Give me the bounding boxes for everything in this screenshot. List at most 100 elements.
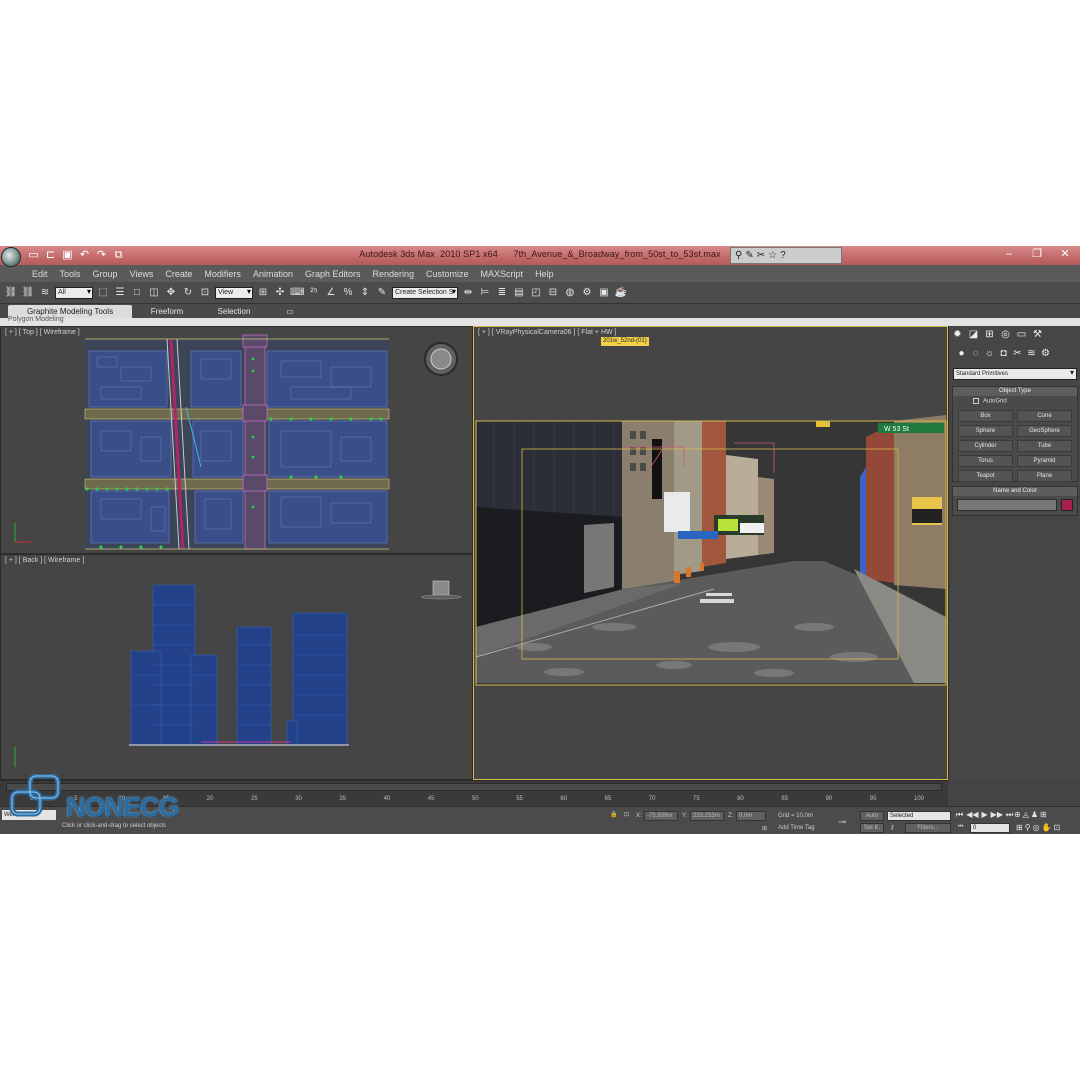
go-to-end-icon[interactable]: ⏭ (1006, 810, 1013, 820)
plane-button[interactable]: Plane (1017, 470, 1072, 482)
object-name-input[interactable] (957, 499, 1057, 511)
pivot-center-icon[interactable]: ⊞ (256, 286, 270, 300)
layer-manager-icon[interactable]: ≣ (495, 286, 509, 300)
minimize-icon[interactable]: – (998, 246, 1020, 262)
mirror-icon[interactable]: ⇹ (461, 286, 475, 300)
select-scale-icon[interactable]: ⊡ (198, 286, 212, 300)
absolute-mode-icon[interactable]: ⊡ (624, 811, 629, 818)
motion-tab-icon[interactable]: ◎ (999, 328, 1012, 341)
select-move-icon[interactable]: ✥ (164, 286, 178, 300)
tab-freeform[interactable]: Freeform (140, 305, 194, 318)
viewport-camera[interactable]: [ + ] [ VRayPhysicalCamera06 ] [ Flat + … (473, 326, 948, 780)
reference-coordinate-dropdown[interactable]: View (215, 286, 253, 299)
select-by-name-icon[interactable]: ☰ (113, 286, 127, 300)
shapes-icon[interactable]: ◌ (969, 347, 982, 360)
snaps-toggle-icon[interactable]: ²⁵ (307, 286, 321, 300)
menu-maxscript[interactable]: MAXScript (481, 269, 524, 279)
add-time-tag[interactable]: Add Time Tag (778, 825, 815, 831)
search-binoculars-icon[interactable]: ⚲ (735, 250, 742, 261)
systems-icon[interactable]: ⚙ (1039, 347, 1052, 360)
key-filter-dropdown[interactable]: Selected (887, 811, 951, 821)
field-of-view-icon[interactable]: ◬ (1023, 810, 1029, 819)
torus-button[interactable]: Torus (958, 455, 1013, 467)
key-icon[interactable]: ✎ (745, 250, 753, 261)
autogrid-checkbox[interactable]: AutoGrid (953, 396, 1077, 408)
schematic-view-icon[interactable]: ⊟ (546, 286, 560, 300)
select-rotate-icon[interactable]: ↻ (181, 286, 195, 300)
graphite-toggle-icon[interactable]: ▤ (512, 286, 526, 300)
display-tab-icon[interactable]: ▭ (1015, 328, 1028, 341)
viewport-top[interactable]: [ + ] [ Top ] [ Wireframe ] (0, 326, 473, 554)
y-coord-field[interactable]: 233,253m (690, 811, 724, 821)
teapot-button[interactable]: Teapot (958, 470, 1013, 482)
modify-tab-icon[interactable]: ◪ (967, 328, 980, 341)
cone-button[interactable]: Cone (1017, 410, 1072, 422)
go-to-start-icon[interactable]: ⏮ (956, 810, 963, 820)
time-tag-icon[interactable]: ⊞ (762, 825, 767, 832)
auto-key-button[interactable]: Auto (860, 811, 884, 821)
menu-rendering[interactable]: Rendering (373, 269, 415, 279)
set-key-button[interactable]: Set K. (860, 823, 884, 833)
key-filters-button[interactable]: Filters... (905, 823, 951, 833)
zoom-icon[interactable]: ⚲ (1025, 823, 1031, 832)
geosphere-button[interactable]: GeoSphere (1017, 425, 1072, 437)
orbit-icon[interactable]: ◎ (1033, 823, 1040, 832)
primitive-category-dropdown[interactable]: Standard Primitives (953, 368, 1077, 380)
tools-icon[interactable]: ✂ (757, 250, 765, 261)
helpers-icon[interactable]: ✂ (1011, 347, 1024, 360)
close-icon[interactable]: ✕ (1054, 246, 1076, 262)
menu-create[interactable]: Create (165, 269, 192, 279)
menu-views[interactable]: Views (130, 269, 154, 279)
object-type-title[interactable]: Object Type (953, 387, 1077, 396)
pan-icon[interactable]: ✋ (1042, 823, 1052, 832)
menu-animation[interactable]: Animation (253, 269, 293, 279)
angle-snap-icon[interactable]: ∠ (324, 286, 338, 300)
rectangular-selection-icon[interactable]: □ (130, 286, 144, 300)
pyramid-button[interactable]: Pyramid (1017, 455, 1072, 467)
z-coord-field[interactable]: 0,0m (736, 811, 766, 821)
menu-customize[interactable]: Customize (426, 269, 469, 279)
set-key-icon[interactable]: ⚷ (890, 824, 894, 831)
render-setup-icon[interactable]: ⚙ (580, 286, 594, 300)
select-manipulate-icon[interactable]: ✣ (273, 286, 287, 300)
walkthrough-icon[interactable]: ♟ (1031, 810, 1038, 819)
window-crossing-icon[interactable]: ◫ (147, 286, 161, 300)
box-button[interactable]: Box (958, 410, 1013, 422)
edit-named-selection-icon[interactable]: ✎ (375, 286, 389, 300)
lock-icon[interactable]: 🔒 (610, 811, 617, 818)
percent-snap-icon[interactable]: % (341, 286, 355, 300)
spinner-snap-icon[interactable]: ⇕ (358, 286, 372, 300)
render-production-icon[interactable]: ☕ (614, 286, 628, 300)
zoom-all-icon[interactable]: ⊕ (1014, 810, 1021, 819)
x-coord-field[interactable]: -75,939m (644, 811, 678, 821)
cylinder-button[interactable]: Cylinder (958, 440, 1013, 452)
key-mode-icon[interactable]: ⊸ (838, 817, 846, 828)
ribbon-minimize-icon[interactable]: ▭ (283, 305, 297, 318)
hierarchy-tab-icon[interactable]: ⊞ (983, 328, 996, 341)
zoom-extents-icon[interactable]: ⊞ (1040, 810, 1047, 819)
help-icon[interactable]: ? (780, 250, 786, 261)
select-object-icon[interactable]: ⬚ (96, 286, 110, 300)
application-button[interactable] (1, 247, 21, 267)
favorites-icon[interactable]: ☆ (768, 250, 777, 261)
align-icon[interactable]: ⊨ (478, 286, 492, 300)
key-mode-toggle-icon[interactable]: ⏮ (958, 824, 963, 831)
create-tab-icon[interactable]: ✹ (951, 328, 964, 341)
space-warps-icon[interactable]: ≋ (1025, 347, 1038, 360)
material-editor-icon[interactable]: ◍ (563, 286, 577, 300)
name-color-title[interactable]: Name and Color (953, 487, 1077, 496)
previous-frame-icon[interactable]: ◀◀ (966, 810, 978, 820)
viewport-back[interactable]: [ + ] [ Back ] [ Wireframe ] (0, 554, 473, 780)
rendered-frame-window-icon[interactable]: ▣ (597, 286, 611, 300)
cameras-icon[interactable]: ◘ (997, 347, 1010, 360)
play-icon[interactable]: ▶ (982, 810, 988, 820)
unlink-icon[interactable]: ⛓ (21, 286, 35, 300)
restore-icon[interactable]: ❐ (1026, 246, 1048, 262)
keyboard-shortcut-icon[interactable]: ⌨ (290, 286, 304, 300)
bind-space-warp-icon[interactable]: ≋ (38, 286, 52, 300)
menu-help[interactable]: Help (535, 269, 554, 279)
next-frame-icon[interactable]: ▶▶ (991, 810, 1003, 820)
named-selection-dropdown[interactable]: Create Selection S (392, 286, 458, 299)
utilities-tab-icon[interactable]: ⚒ (1031, 328, 1044, 341)
curve-editor-icon[interactable]: ◰ (529, 286, 543, 300)
